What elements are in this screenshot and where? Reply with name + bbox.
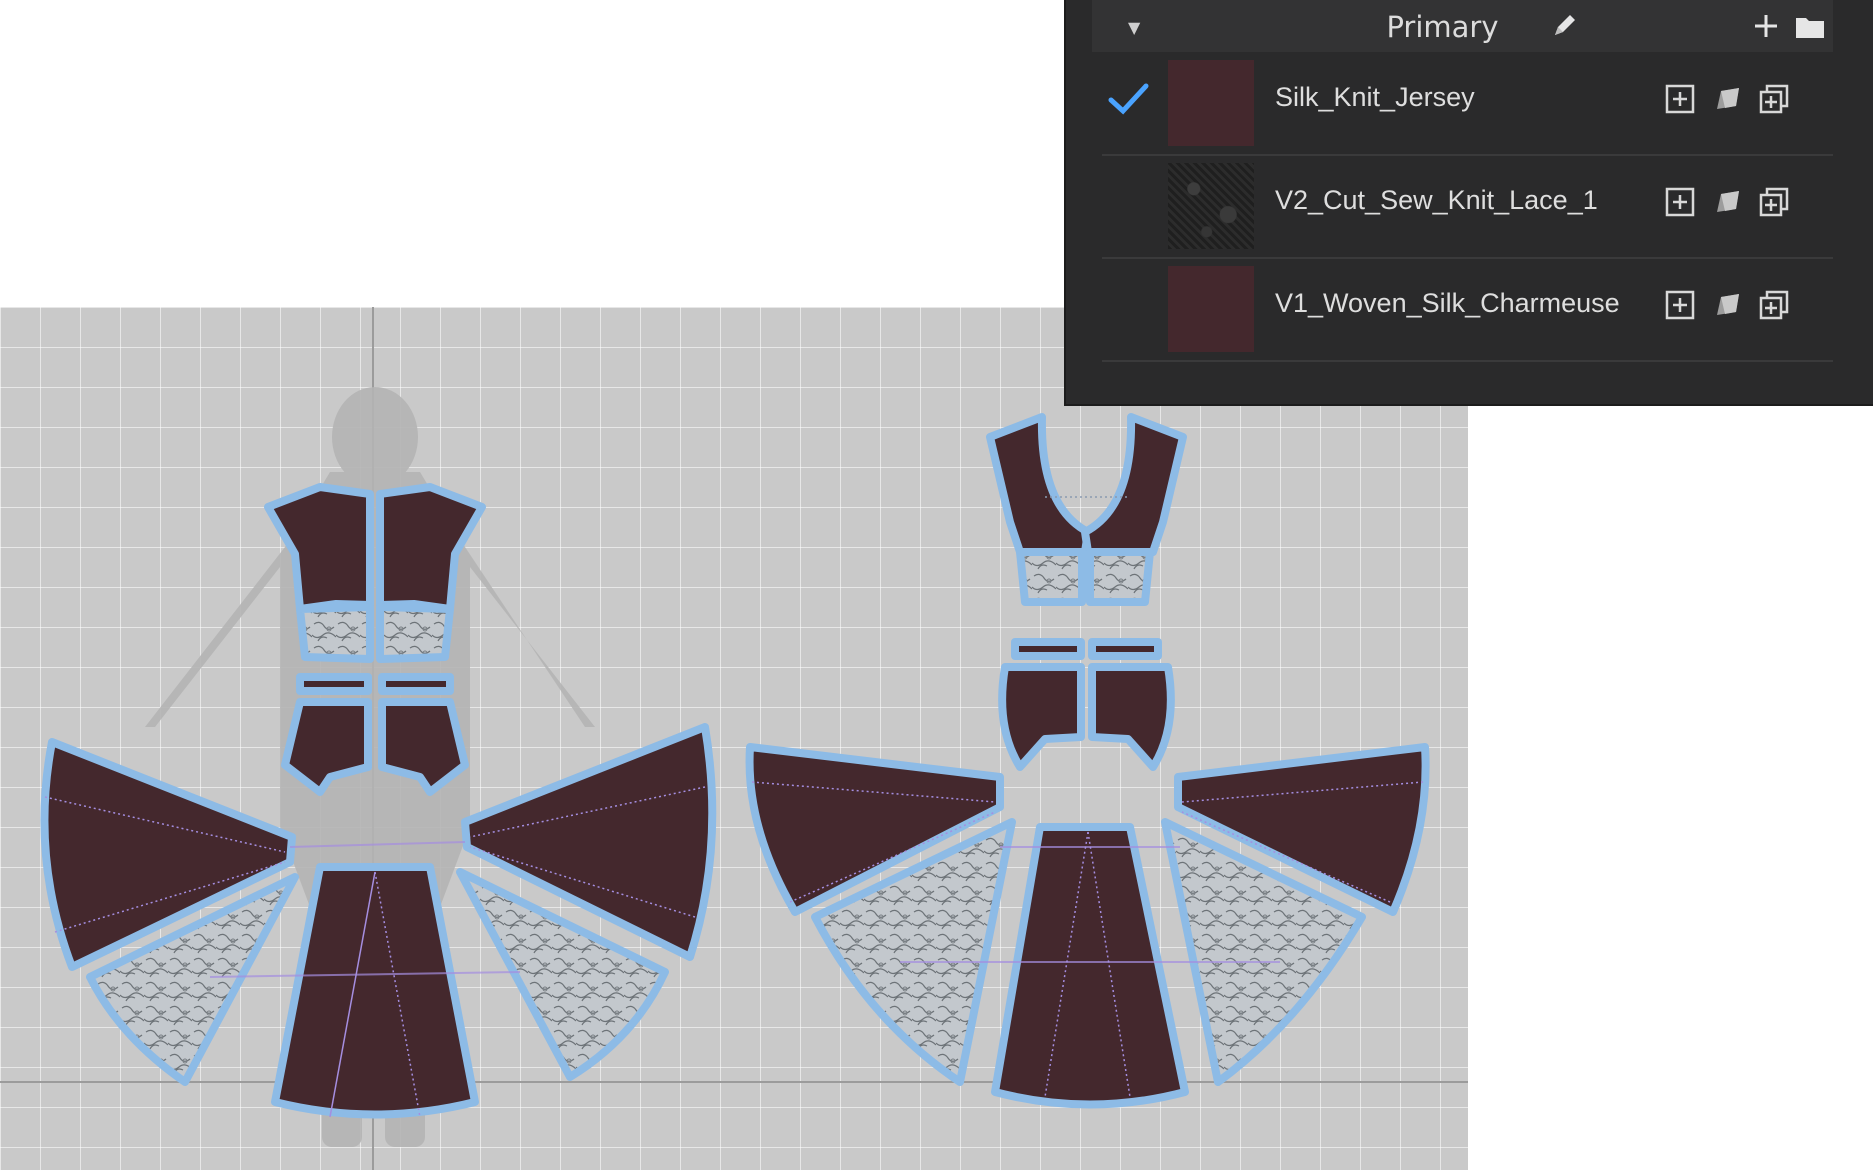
back-short-left: [998, 663, 1085, 771]
front-skirt-center: [271, 863, 479, 1119]
colorway-title: Primary: [1386, 10, 1499, 44]
back-lace-left: [1016, 548, 1086, 606]
back-lace-right: [1086, 548, 1154, 606]
apply-fabric-icon[interactable]: [1712, 289, 1744, 325]
plus-icon[interactable]: [1752, 12, 1780, 44]
colorway-header: ▼ Primary: [1092, 0, 1833, 52]
checkmark-icon[interactable]: [1108, 82, 1150, 120]
fabric-swatch[interactable]: [1168, 266, 1254, 352]
add-to-pattern-icon[interactable]: [1664, 186, 1696, 222]
add-to-pattern-icon[interactable]: [1664, 289, 1696, 325]
pattern-canvas-2d[interactable]: [0, 307, 1468, 1170]
back-pattern: [745, 413, 1430, 1109]
fabric-swatch[interactable]: [1168, 60, 1254, 146]
fabric-name: V2_Cut_Sew_Knit_Lace_1: [1275, 185, 1598, 215]
apply-fabric-icon[interactable]: [1712, 83, 1744, 119]
back-short-right: [1088, 663, 1175, 771]
front-lace-left: [296, 603, 374, 663]
add-to-pattern-icon[interactable]: [1664, 83, 1696, 119]
duplicate-icon[interactable]: [1758, 186, 1790, 222]
pencil-icon[interactable]: [1550, 10, 1580, 44]
back-band-2: [1088, 638, 1162, 660]
fabric-row[interactable]: V2_Cut_Sew_Knit_Lace_1: [1102, 155, 1833, 259]
fabric-name: Silk_Knit_Jersey: [1275, 82, 1475, 112]
fabric-row[interactable]: V1_Woven_Silk_Charmeuse: [1102, 258, 1833, 362]
front-lace-right: [376, 603, 454, 663]
front-band-2: [378, 673, 454, 695]
fabric-name: V1_Woven_Silk_Charmeuse: [1275, 288, 1620, 318]
fabric-swatch[interactable]: [1168, 163, 1254, 249]
back-skirt-center: [991, 823, 1189, 1109]
back-bodice-right: [1081, 413, 1187, 556]
pattern-drawing: [0, 307, 1468, 1170]
apply-fabric-icon[interactable]: [1712, 186, 1744, 222]
duplicate-icon[interactable]: [1758, 83, 1790, 119]
fabric-row[interactable]: Silk_Knit_Jersey: [1102, 52, 1833, 156]
fabric-list-panel: ▼ Primary Silk_Knit_Jersey V2_Cut_Sew_Kn…: [1064, 0, 1873, 406]
duplicate-icon[interactable]: [1758, 289, 1790, 325]
front-band-1: [296, 673, 372, 695]
back-bodice-left: [986, 413, 1092, 556]
back-band-1: [1011, 638, 1085, 660]
folder-icon[interactable]: [1794, 14, 1826, 44]
